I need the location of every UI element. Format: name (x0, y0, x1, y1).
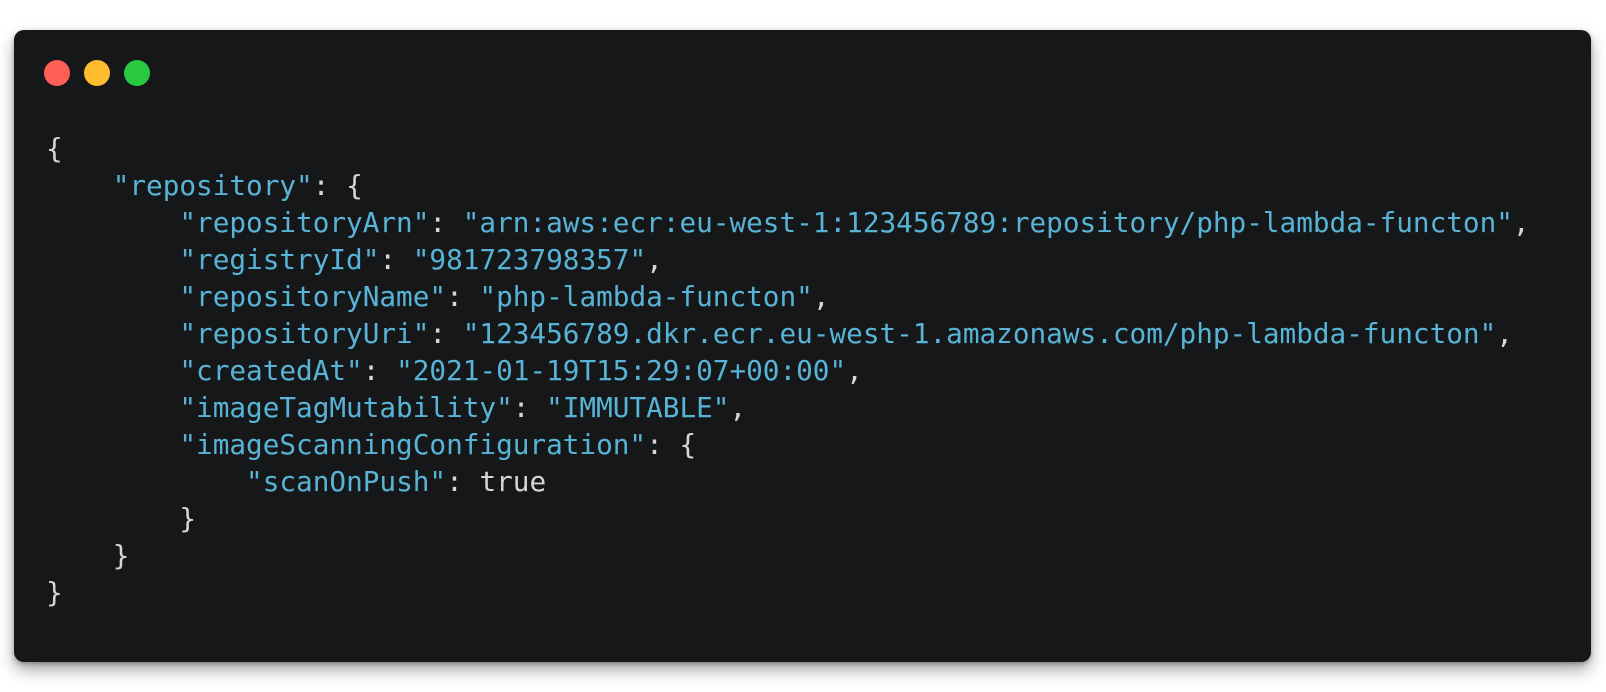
punctuation: , (812, 280, 830, 313)
json-key: "repositoryName" (179, 280, 447, 313)
json-key: "repository" (112, 169, 313, 202)
code-line: "createdAt": "2021-01-19T15:29:07+00:00"… (46, 352, 1530, 389)
punctuation: : (512, 391, 547, 424)
json-key: "createdAt" (179, 354, 363, 387)
code-line: "repositoryName": "php-lambda-functon", (46, 278, 1530, 315)
json-key: "registryId" (179, 243, 380, 276)
json-key: "scanOnPush" (246, 465, 447, 498)
json-key: "imageScanningConfiguration" (179, 428, 647, 461)
json-key: "repositoryUri" (179, 317, 430, 350)
punctuation: : (446, 465, 480, 498)
brace: { (46, 132, 63, 165)
code-line-scan-config-close: } (46, 500, 1530, 537)
punctuation: , (846, 354, 863, 387)
json-key: "imageTagMutability" (179, 391, 513, 424)
json-boolean-value: true (479, 465, 547, 498)
json-string-value: "arn:aws:ecr:eu-west-1:123456789:reposit… (462, 206, 1513, 239)
punctuation: , (1496, 317, 1513, 350)
brace: } (179, 502, 197, 535)
json-string-value: "2021-01-19T15:29:07+00:00" (396, 354, 847, 387)
code-window: { "repository": { "repositoryArn": "arn:… (14, 30, 1591, 662)
code-line: "repositoryUri": "123456789.dkr.ecr.eu-w… (46, 315, 1530, 352)
code-line: "registryId": "981723798357", (46, 241, 1530, 278)
punctuation: : (362, 354, 397, 387)
code-line-scan-on-push: "scanOnPush": true (46, 463, 1530, 500)
minimize-window-button[interactable] (84, 60, 110, 86)
punctuation: , (1512, 206, 1530, 239)
code-line-repository-close: } (46, 537, 1530, 574)
code-line-root-close: } (46, 574, 1530, 611)
window-titlebar (44, 60, 150, 86)
json-string-value: "IMMUTABLE" (546, 391, 730, 424)
json-key: "repositoryArn" (179, 206, 430, 239)
close-window-button[interactable] (44, 60, 70, 86)
punctuation: : (429, 317, 463, 350)
code-line-repository-open: "repository": { (46, 167, 1530, 204)
code-line: "repositoryArn": "arn:aws:ecr:eu-west-1:… (46, 204, 1530, 241)
punctuation: : (379, 243, 413, 276)
json-string-value: "981723798357" (412, 243, 647, 276)
punctuation: : (446, 280, 480, 313)
punctuation: : { (312, 169, 363, 202)
code-line-root-open: { (46, 130, 1530, 167)
code-line-scan-config-open: "imageScanningConfiguration": { (46, 426, 1530, 463)
code-line: "imageTagMutability": "IMMUTABLE", (46, 389, 1530, 426)
brace: } (112, 539, 130, 572)
json-string-value: "123456789.dkr.ecr.eu-west-1.amazonaws.c… (462, 317, 1497, 350)
code-block: { "repository": { "repositoryArn": "arn:… (46, 130, 1530, 611)
punctuation: : { (646, 428, 697, 461)
brace: } (46, 576, 63, 609)
json-string-value: "php-lambda-functon" (479, 280, 813, 313)
maximize-window-button[interactable] (124, 60, 150, 86)
punctuation: , (646, 243, 663, 276)
punctuation: , (729, 391, 747, 424)
punctuation: : (429, 206, 463, 239)
